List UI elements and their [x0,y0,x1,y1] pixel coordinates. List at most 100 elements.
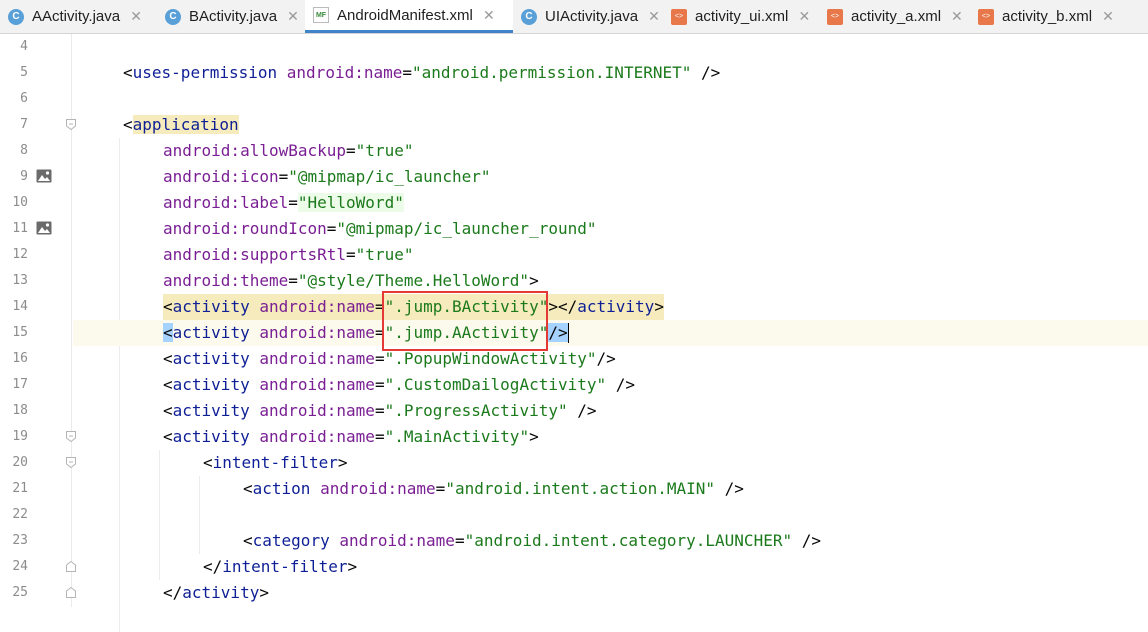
xml-punctuation: /> [548,323,568,342]
fold-end-marker-icon[interactable] [66,561,76,572]
code-line[interactable]: 9 android:icon="@mipmap/ic_launcher" [0,164,1148,190]
code-text[interactable]: <intent-filter> [203,450,348,476]
code-line[interactable]: 16 <activity android:name=".PopupWindowAc… [0,346,1148,372]
code-line[interactable]: 15 <activity android:name=".jump.AActivit… [0,320,1148,346]
line-number: 10 [12,195,28,210]
code-text[interactable]: android:roundIcon="@mipmap/ic_launcher_r… [163,216,597,242]
code-text[interactable]: android:supportsRtl="true" [163,242,413,268]
code-text[interactable]: <uses-permission android:name="android.p… [123,60,720,86]
highlight-annotation-box [381,291,548,351]
code-text[interactable]: <category android:name="android.intent.c… [243,528,821,554]
tab-uiactivity-java[interactable]: C UIActivity.java ✕ [513,0,663,33]
tab-aactivity-java[interactable]: C AActivity.java ✕ [0,0,157,33]
code-line[interactable]: 24 </intent-filter> [0,554,1148,580]
xml-attribute-value: "@style/Theme.HelloWord" [297,271,530,290]
code-line[interactable]: 5 <uses-permission android:name="android.… [0,60,1148,86]
code-line[interactable]: 22 [0,502,1148,528]
close-tab-icon[interactable]: ✕ [483,7,495,24]
xml-attribute-value: "@mipmap/ic_launcher" [288,167,491,186]
xml-punctuation: = [374,349,385,368]
xml-tag-name: category [252,531,330,550]
xml-punctuation: = [374,401,385,420]
xml-punctuation: = [288,271,298,290]
code-line[interactable]: 7 <application [0,112,1148,138]
code-text[interactable]: <activity android:name=".MainActivity"> [163,424,539,450]
close-tab-icon[interactable]: ✕ [648,8,660,25]
image-icon[interactable] [36,169,52,183]
xml-punctuation: = [374,427,385,446]
code-text[interactable]: </intent-filter> [203,554,357,580]
code-text[interactable]: android:icon="@mipmap/ic_launcher" [163,164,491,190]
close-tab-icon[interactable]: ✕ [798,8,810,25]
line-number: 4 [20,39,28,54]
xml-layout-icon: <> [978,8,994,25]
line-number: 24 [12,559,28,574]
code-line[interactable]: 25 </activity> [0,580,1148,606]
code-line[interactable]: 23 <category android:name="android.intent… [0,528,1148,554]
line-number: 21 [12,481,28,496]
code-line[interactable]: 11 android:roundIcon="@mipmap/ic_launcher… [0,216,1148,242]
code-line[interactable]: 19 <activity android:name=".MainActivity"… [0,424,1148,450]
line-number: 11 [12,221,28,236]
xml-punctuation: /> [792,531,821,550]
text-cursor [568,323,570,343]
code-line[interactable]: 4 [0,34,1148,60]
code-line[interactable]: 20 <intent-filter> [0,450,1148,476]
xml-punctuation [250,375,260,394]
xml-punctuation: > [347,557,358,576]
close-tab-icon[interactable]: ✕ [287,8,299,25]
close-tab-icon[interactable]: ✕ [1102,8,1114,25]
xml-attribute-value: "android.intent.action.MAIN" [445,479,716,498]
xml-namespace-prefix: android: [163,245,241,264]
xml-tag-name: activity [182,583,260,602]
code-line[interactable]: 6 [0,86,1148,112]
line-number: 19 [12,429,28,444]
code-text[interactable]: android:allowBackup="true" [163,138,413,164]
line-number: 6 [20,91,28,106]
fold-marker-icon[interactable] [66,431,76,442]
xml-attribute-name: name [336,401,375,420]
code-line[interactable]: 18 <activity android:name=".ProgressActiv… [0,398,1148,424]
code-line[interactable]: 8 android:allowBackup="true" [0,138,1148,164]
editor-tab-bar: C AActivity.java ✕ C BActivity.java ✕ MF Androi… [0,0,1148,34]
tab-activity-b-xml[interactable]: <> activity_b.xml ✕ [970,0,1140,33]
code-line[interactable]: 17 <activity android:name=".CustomDailogA… [0,372,1148,398]
fold-end-marker-icon[interactable] [66,587,76,598]
line-number: 14 [12,299,28,314]
code-text[interactable]: android:label="HelloWord" [163,190,404,216]
code-line[interactable]: 12 android:supportsRtl="true" [0,242,1148,268]
image-icon[interactable] [36,221,52,235]
code-line[interactable]: 14 <activity android:name=".jump.BActivit… [0,294,1148,320]
fold-marker-icon[interactable] [66,457,76,468]
code-editor[interactable]: 4 5 <uses-permission android:name="android… [0,34,1148,632]
xml-tag-name: action [252,479,311,498]
xml-punctuation: > [529,271,539,290]
code-text[interactable]: </activity> [163,580,269,606]
fold-marker-icon[interactable] [66,119,76,130]
xml-attribute-name: roundIcon [240,219,327,238]
xml-punctuation: = [326,219,337,238]
xml-attribute-name: label [240,193,289,212]
xml-attribute-value: "HelloWord" [297,193,404,212]
xml-namespace-prefix: android: [286,63,364,82]
tab-androidmanifest-xml[interactable]: MF AndroidManifest.xml ✕ [305,0,513,33]
code-text[interactable]: <action android:name="android.intent.act… [243,476,744,502]
close-tab-icon[interactable]: ✕ [951,8,963,25]
tab-label: UIActivity.java [545,8,639,25]
xml-punctuation: < [243,479,253,498]
tab-bactivity-java[interactable]: C BActivity.java ✕ [157,0,305,33]
xml-attribute-name: name [336,323,375,342]
line-number: 17 [12,377,28,392]
tab-activity-a-xml[interactable]: <> activity_a.xml ✕ [819,0,970,33]
xml-namespace-prefix: android: [259,375,337,394]
xml-tag-name: activity [172,297,250,316]
code-line[interactable]: 21 <action android:name="android.intent.a… [0,476,1148,502]
close-tab-icon[interactable]: ✕ [130,8,142,25]
code-text[interactable]: <application [123,112,239,138]
tab-label: AActivity.java [32,8,121,25]
code-line[interactable]: 13 android:theme="@style/Theme.HelloWord"… [0,268,1148,294]
code-text[interactable]: <activity android:name=".CustomDailogAct… [163,372,635,398]
code-line[interactable]: 10 android:label="HelloWord" [0,190,1148,216]
code-text[interactable]: <activity android:name=".ProgressActivit… [163,398,597,424]
tab-activity-ui-xml[interactable]: <> activity_ui.xml ✕ [663,0,819,33]
